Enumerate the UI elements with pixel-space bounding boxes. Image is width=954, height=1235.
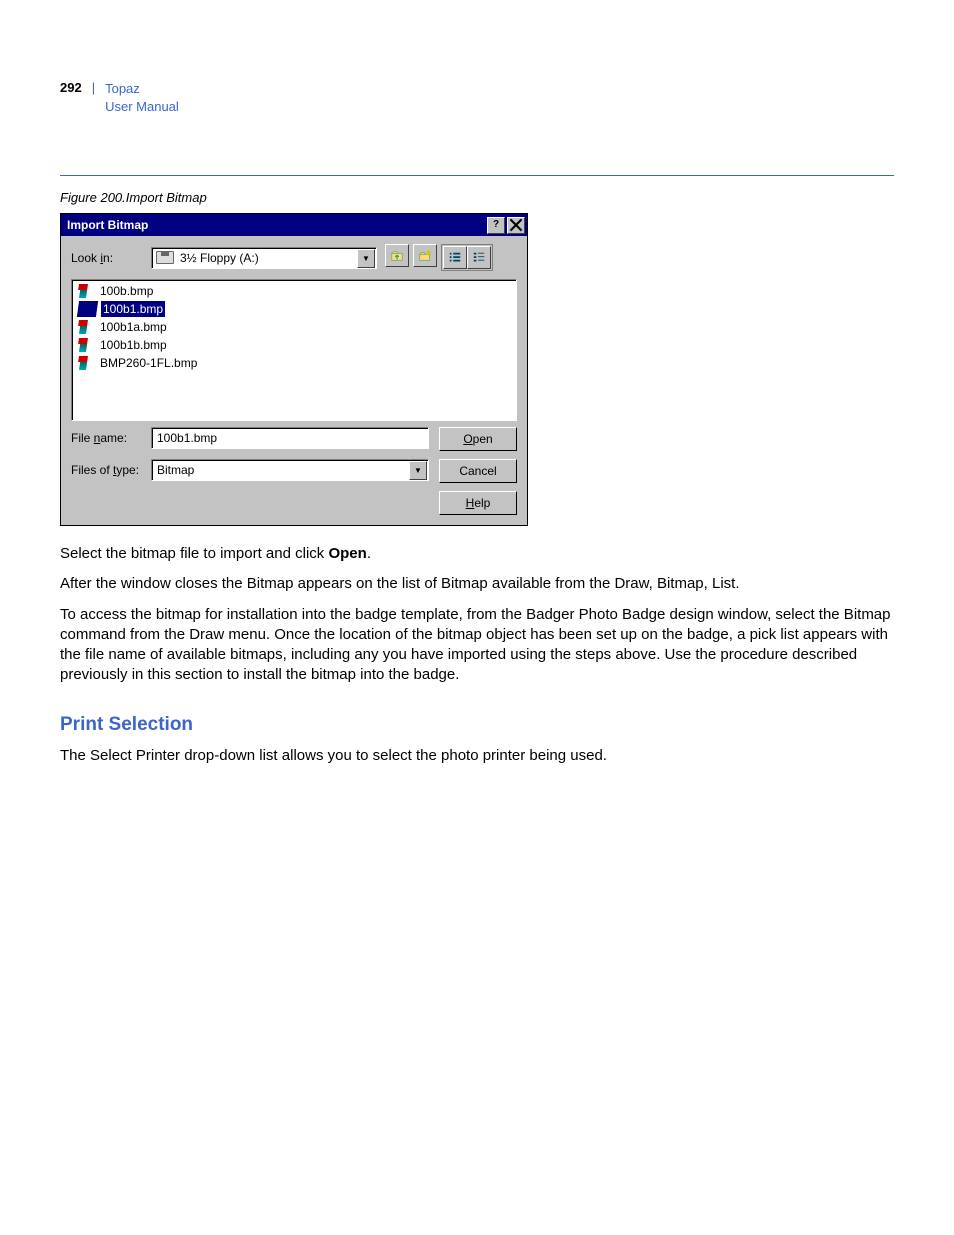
close-icon[interactable] bbox=[507, 217, 525, 234]
body-paragraph: The Select Printer drop-down list allows… bbox=[60, 746, 894, 766]
chevron-down-icon[interactable]: ▼ bbox=[409, 461, 427, 480]
files-of-type-dropdown[interactable]: Bitmap ▼ bbox=[151, 459, 429, 481]
header-product: Topaz bbox=[105, 80, 179, 98]
header-divider: | bbox=[92, 80, 95, 95]
section-heading: Print Selection bbox=[60, 714, 894, 736]
bmp-icon bbox=[77, 356, 96, 370]
chevron-down-icon[interactable]: ▼ bbox=[357, 249, 375, 268]
header-subtitle: User Manual bbox=[105, 98, 179, 116]
file-name-input[interactable]: 100b1.bmp bbox=[151, 427, 429, 449]
bmp-icon bbox=[77, 320, 96, 334]
list-item[interactable]: 100b.bmp bbox=[76, 282, 512, 300]
dialog-title: Import Bitmap bbox=[67, 218, 148, 232]
bmp-icon bbox=[77, 338, 96, 352]
body-paragraph: After the window closes the Bitmap appea… bbox=[60, 574, 894, 594]
look-in-value: 3½ Floppy (A:) bbox=[180, 251, 259, 265]
bmp-icon bbox=[77, 301, 98, 317]
details-view-button[interactable] bbox=[467, 246, 491, 269]
help-button[interactable]: Help bbox=[439, 491, 517, 515]
help-icon[interactable]: ? bbox=[487, 217, 505, 234]
list-item[interactable]: 100b1.bmp bbox=[76, 300, 512, 318]
page-number: 292 bbox=[60, 80, 82, 95]
body-paragraph: To access the bitmap for installation in… bbox=[60, 605, 894, 686]
figure-caption: Figure 200.Import Bitmap bbox=[60, 190, 894, 205]
bmp-icon bbox=[77, 284, 96, 298]
list-view-button[interactable] bbox=[443, 246, 467, 269]
look-in-label: Look in: bbox=[71, 251, 143, 265]
file-list-pane[interactable]: 100b.bmp 100b1.bmp 100b1a.bmp 100b1b.bmp… bbox=[71, 279, 517, 421]
file-name-label: File name: bbox=[71, 431, 143, 445]
files-of-type-label: Files of type: bbox=[71, 463, 143, 477]
up-folder-button[interactable] bbox=[385, 244, 409, 267]
header-rule bbox=[60, 175, 894, 176]
dialog-titlebar[interactable]: Import Bitmap ? bbox=[61, 214, 527, 236]
new-folder-button[interactable] bbox=[413, 244, 437, 267]
body-paragraph: Select the bitmap file to import and cli… bbox=[60, 544, 894, 564]
look-in-dropdown[interactable]: 3½ Floppy (A:) ▼ bbox=[151, 247, 377, 269]
open-button[interactable]: Open bbox=[439, 427, 517, 451]
import-bitmap-dialog: Import Bitmap ? Look in: 3½ Floppy (A:) … bbox=[60, 213, 528, 526]
list-item[interactable]: BMP260-1FL.bmp bbox=[76, 354, 512, 372]
page-header: 292 | Topaz User Manual bbox=[60, 80, 894, 115]
floppy-icon bbox=[156, 251, 174, 264]
cancel-button[interactable]: Cancel bbox=[439, 459, 517, 483]
list-item[interactable]: 100b1a.bmp bbox=[76, 318, 512, 336]
list-item[interactable]: 100b1b.bmp bbox=[76, 336, 512, 354]
